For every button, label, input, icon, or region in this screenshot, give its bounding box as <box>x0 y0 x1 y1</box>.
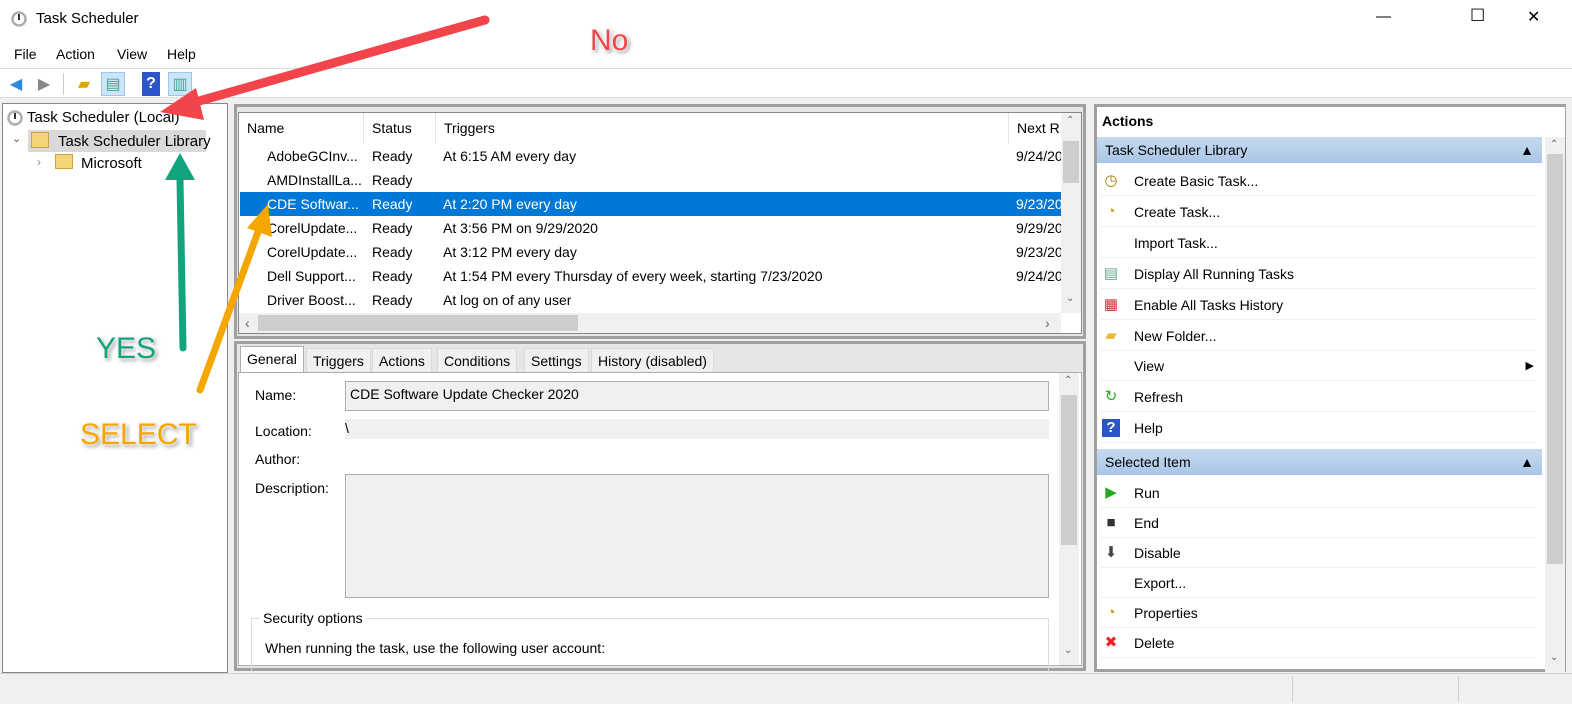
annotation-arrows <box>160 15 490 394</box>
orange-arrow <box>196 204 272 394</box>
annotation-yes: YES <box>96 332 157 365</box>
green-arrow <box>165 153 195 352</box>
annotation-no: No <box>590 24 629 57</box>
annotation-select: SELECT <box>80 418 197 451</box>
red-arrow <box>160 15 490 120</box>
